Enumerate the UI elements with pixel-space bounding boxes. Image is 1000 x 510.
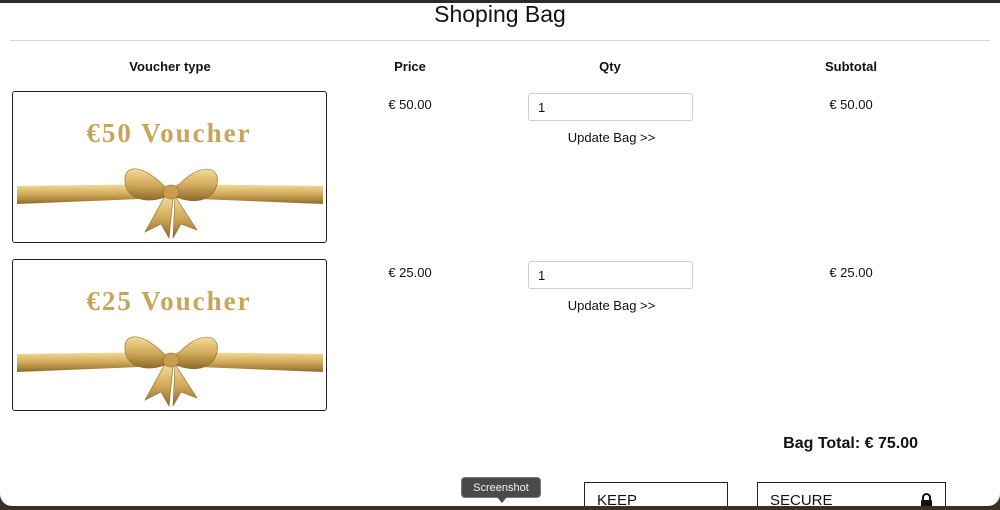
gold-bow-ribbon-icon: [17, 336, 323, 407]
column-header-subtotal: Subtotal: [825, 59, 877, 74]
voucher-image-25: €25 Voucher: [12, 259, 327, 411]
lock-icon: [920, 493, 933, 506]
screenshot-tooltip: Screenshot: [461, 477, 541, 503]
update-bag-link[interactable]: Update Bag >>: [528, 298, 695, 313]
quantity-input[interactable]: [528, 261, 693, 289]
voucher-caption: €25 Voucher: [86, 286, 251, 316]
bag-total: Bag Total: € 75.00: [783, 435, 918, 452]
subtotal-cell: € 25.00: [829, 265, 873, 280]
price-cell: € 25.00: [388, 265, 432, 280]
voucher-image-50: €50 Voucher: [12, 91, 327, 243]
shopping-bag-page: Shoping Bag Voucher type Price Qty Subto…: [0, 0, 1000, 506]
secure-checkout-button[interactable]: SECURE CHECKOUT: [757, 482, 946, 506]
price-cell: € 50.00: [388, 97, 432, 112]
update-bag-link[interactable]: Update Bag >>: [528, 130, 695, 145]
quantity-input[interactable]: [528, 93, 693, 121]
title-divider: [10, 40, 990, 41]
column-header-voucher-type: Voucher type: [129, 59, 211, 74]
column-header-price: Price: [394, 59, 426, 74]
column-header-qty: Qty: [599, 59, 621, 74]
keep-shopping-button[interactable]: KEEP SHOPPING: [584, 482, 728, 506]
voucher-caption: €50 Voucher: [86, 118, 251, 148]
gold-bow-ribbon-icon: [17, 168, 323, 239]
page-title: Shoping Bag: [434, 1, 566, 27]
subtotal-cell: € 50.00: [829, 97, 873, 112]
secure-checkout-label: SECURE CHECKOUT: [770, 492, 833, 506]
keep-shopping-label: KEEP SHOPPING: [597, 492, 637, 506]
